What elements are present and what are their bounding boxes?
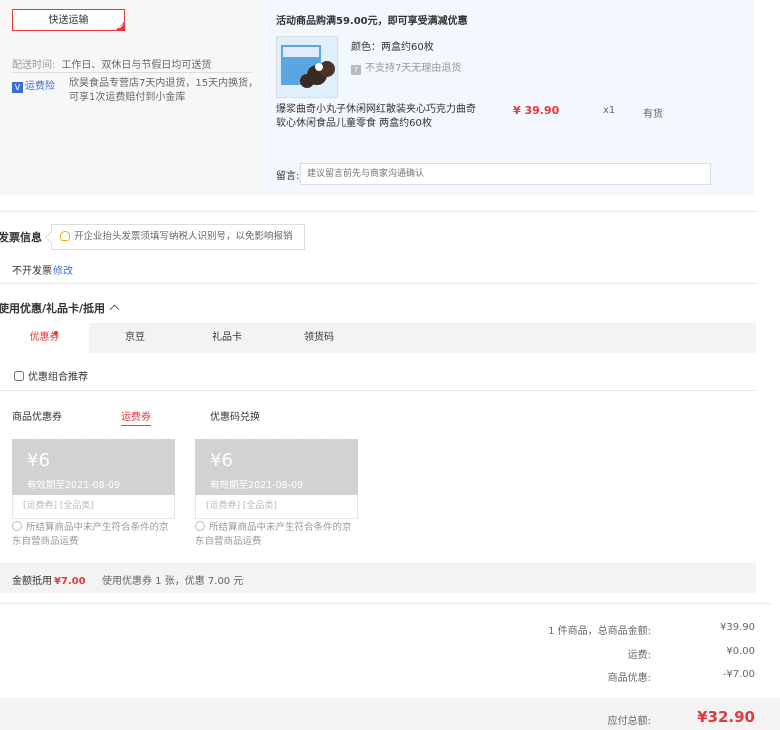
coupon-tabs: 优惠券 京豆 礼品卡 领货码 [0, 323, 756, 353]
product-image-graphic [277, 37, 337, 97]
discount-label: 商品优惠: [607, 673, 651, 684]
new-dot-icon [54, 331, 58, 335]
discount-value: -¥7.00 [722, 669, 755, 680]
invoice-tip-text: 开企业抬头发票须填写纳税人识别号，以免影响报销 [74, 231, 293, 242]
coupon-card[interactable]: ¥6 有效期至2021-08-09 [12, 437, 175, 495]
deduct-summary: 金额抵用 ¥7.00 [12, 572, 86, 587]
shipping-method-label: 快送运输 [48, 15, 89, 26]
combo-recommend[interactable]: 优惠组合推荐 [14, 368, 88, 383]
product-stock: 有货 [643, 109, 663, 120]
coupon-radio[interactable] [12, 521, 22, 531]
insurance-text: 欣昊食品专营店7天内退货，15天内换货，可享1次运费赔付到小金库 [69, 78, 259, 103]
divider [0, 603, 770, 604]
total-goods-value: ¥39.90 [720, 622, 755, 633]
insurance-icon: V [12, 82, 23, 93]
deduct-amount: ¥7.00 [54, 576, 86, 587]
coupon-note-text: 所结算商品中未产生符合条件的京东自营商品运费 [195, 522, 352, 547]
invoice-edit-link[interactable]: 修改 [53, 262, 73, 277]
note-label: 留言: [276, 171, 300, 182]
insurance-link[interactable]: V 运费险 [12, 77, 55, 93]
deduct-label: 金额抵用 [12, 576, 52, 587]
subtab-freight-coupons[interactable]: 运费券 [121, 408, 151, 426]
coupon-card[interactable]: ¥6 有效期至2021-08-09 [195, 437, 358, 495]
product-image[interactable] [276, 36, 338, 98]
insurance-label: 运费险 [25, 81, 55, 92]
product-price: ¥ 39.90 [513, 104, 560, 117]
coupon-section-toggle[interactable]: 使用优惠/礼品卡/抵用 [0, 300, 120, 316]
total-goods-text: 件商品，总商品金额: [557, 626, 651, 637]
note-input[interactable] [300, 163, 711, 185]
combo-recommend-label: 优惠组合推荐 [28, 372, 88, 383]
subtab-code-redeem[interactable]: 优惠码兑换 [210, 408, 260, 423]
item-count: 1 [548, 626, 555, 637]
coupon-expiry: 有效期至2021-08-09 [210, 480, 304, 491]
invoice-status: 不开发票 [12, 266, 52, 277]
return-policy: 7 不支持7天无理由退货 [351, 59, 461, 75]
tab-coupons[interactable]: 优惠券 [0, 323, 89, 353]
coupon-tags: [运费券] [全品类] [195, 495, 358, 519]
product-color: 颜色：两盒约60枚 [351, 42, 434, 53]
divider [0, 283, 756, 284]
invoice-tip: 开企业抬头发票须填写纳税人识别号，以免影响报销 [51, 224, 305, 250]
freight-label: 运费: [627, 650, 651, 661]
no-return-icon: 7 [351, 65, 361, 75]
selected-check-icon [116, 22, 124, 30]
divider [12, 72, 252, 73]
shipping-method-button[interactable]: 快送运输 [12, 9, 125, 31]
promo-title: 活动商品购满59.00元，即可享受满减优惠 [276, 16, 468, 27]
payable-label: 应付总额: [607, 716, 651, 727]
chevron-up-icon [109, 304, 120, 315]
coupon-radio[interactable] [195, 521, 205, 531]
tab-pickup-code[interactable]: 领货码 [273, 323, 365, 353]
coupon-amount: ¥6 [27, 450, 50, 471]
invoice-title: 发票信息 [0, 231, 42, 244]
total-goods-label: 1 件商品，总商品金额: [548, 622, 651, 637]
coupon-amount: ¥6 [210, 450, 233, 471]
tab-jd-beans[interactable]: 京豆 [89, 323, 181, 353]
coupon-note: 所结算商品中未产生符合条件的京东自营商品运费 [12, 521, 172, 549]
payable-value: ¥32.90 [697, 708, 755, 726]
coupon-section-title: 使用优惠/礼品卡/抵用 [0, 302, 106, 315]
delivery-time-value: 工作日、双休日与节假日均可送货 [61, 60, 212, 71]
return-policy-text: 不支持7天无理由退货 [365, 63, 462, 74]
payable-bar [0, 698, 780, 730]
subtab-product-coupons[interactable]: 商品优惠券 [12, 408, 62, 423]
divider [0, 390, 756, 391]
divider [0, 211, 756, 212]
coupon-note: 所结算商品中未产生符合条件的京东自营商品运费 [195, 521, 355, 549]
product-name[interactable]: 爆浆曲奇小丸子休闲网红散装夹心巧克力曲奇软心休闲食品儿童零食 两盒约60枚 [276, 103, 476, 131]
coupon-used-text: 使用优惠券 1 张，优惠 7.00 元 [102, 576, 244, 587]
tab-gift-card[interactable]: 礼品卡 [181, 323, 273, 353]
coupon-expiry: 有效期至2021-08-09 [27, 480, 121, 491]
freight-value: ¥0.00 [726, 646, 755, 657]
coupon-note-text: 所结算商品中未产生符合条件的京东自营商品运费 [12, 522, 169, 547]
coupon-tags: [运费券] [全品类] [12, 495, 175, 519]
lightbulb-icon [60, 231, 70, 241]
delivery-time-label: 配送时间: [12, 60, 56, 71]
product-quantity: x1 [603, 105, 616, 116]
combo-recommend-checkbox[interactable] [14, 371, 24, 381]
delivery-time: 配送时间: 工作日、双休日与节假日均可送货 [12, 56, 211, 71]
